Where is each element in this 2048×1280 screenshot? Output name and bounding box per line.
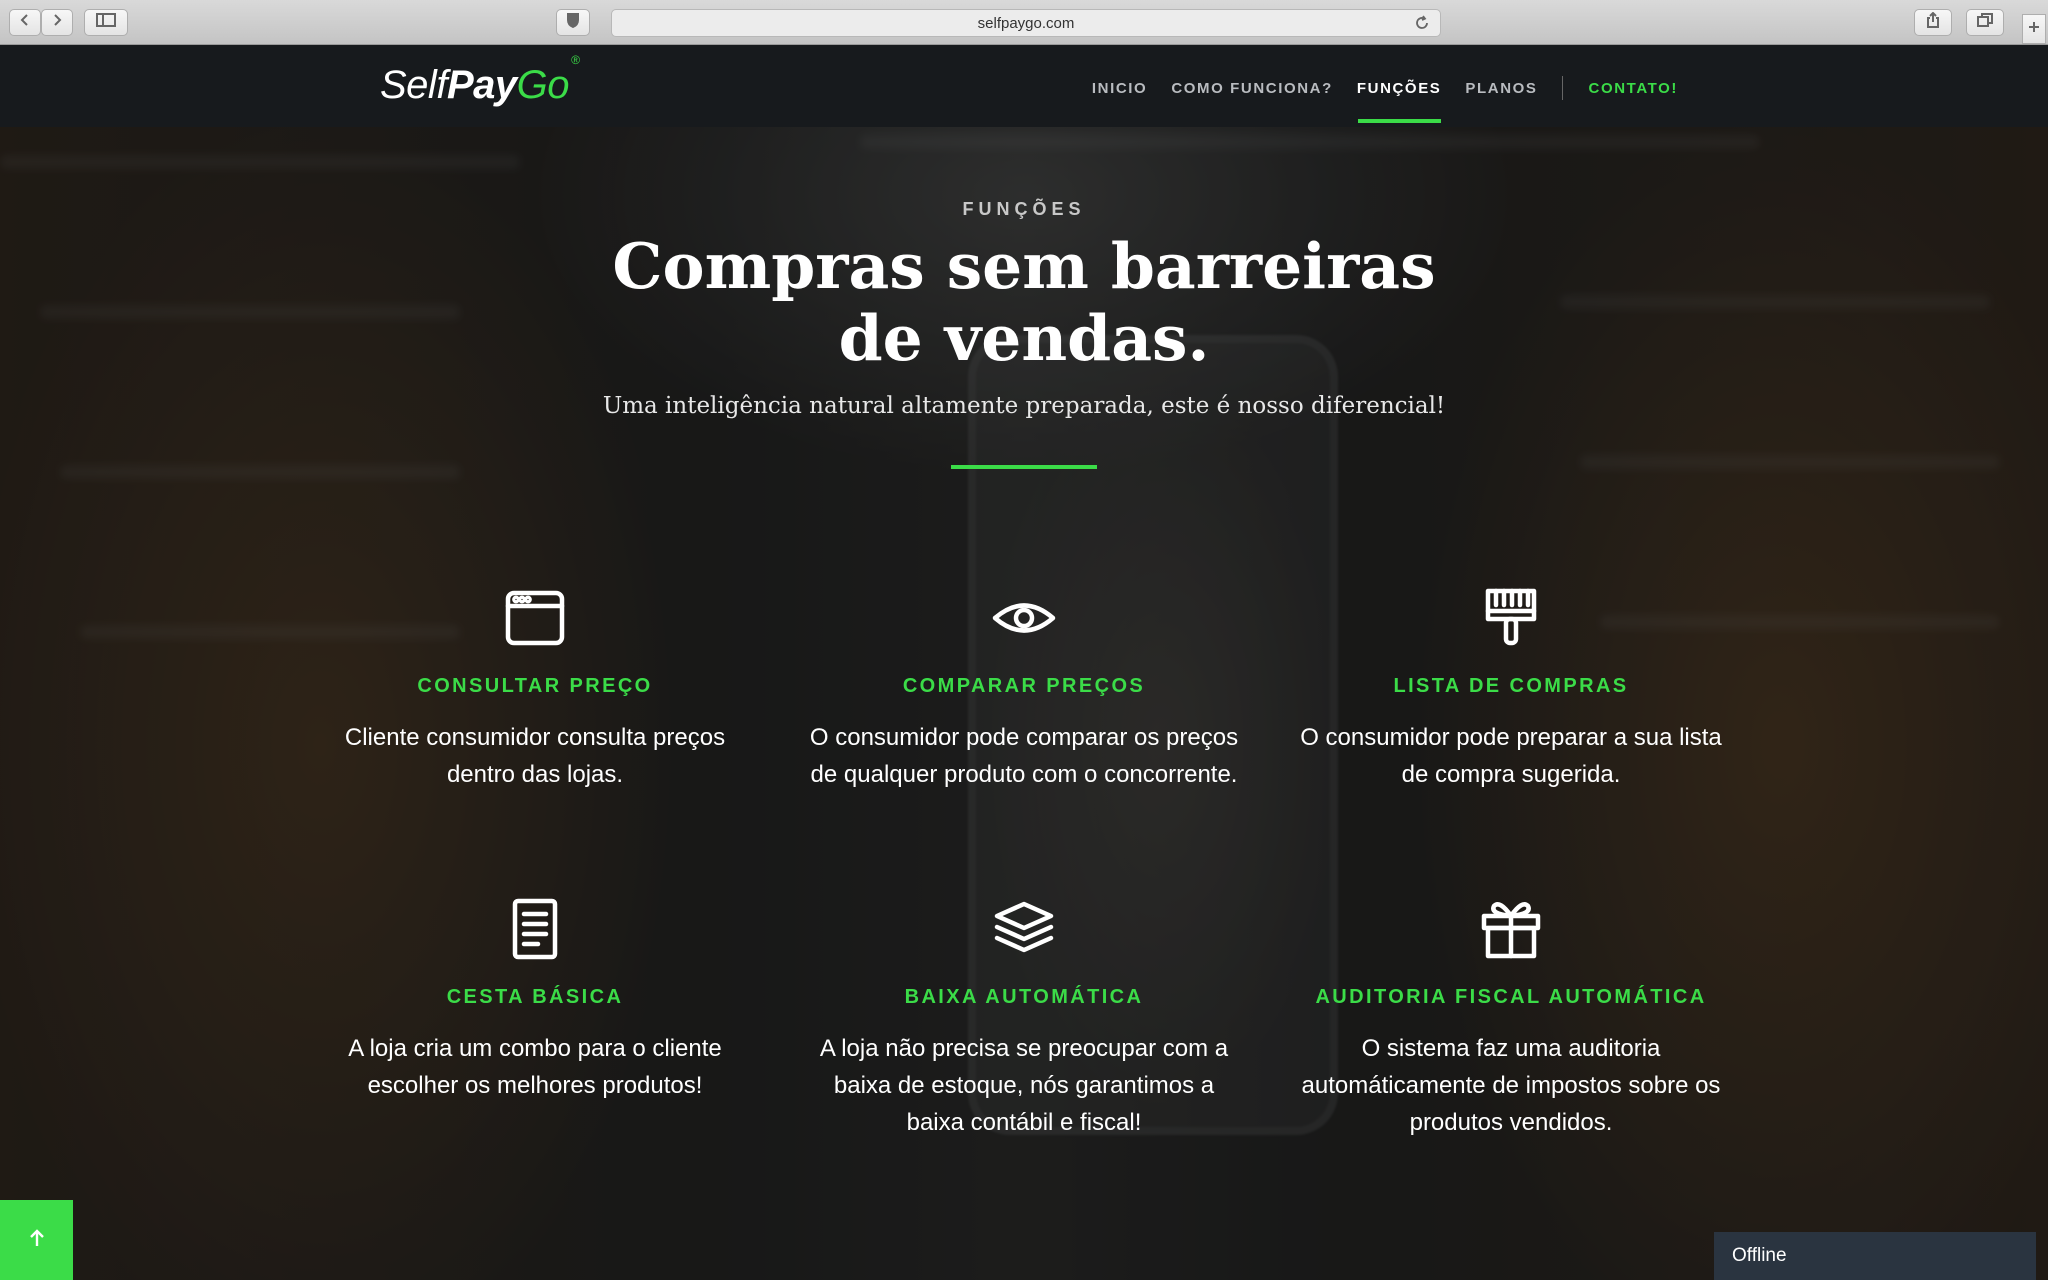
share-icon: [1926, 11, 1940, 33]
website: SelfPayGo® INICIO COMO FUNCIONA? FUNÇÕES…: [0, 45, 2048, 1280]
scroll-to-top-button[interactable]: [0, 1200, 73, 1280]
share-button[interactable]: [1914, 9, 1952, 36]
back-icon: [19, 13, 31, 32]
section-headline: Compras sem barreiras de vendas.: [612, 229, 1436, 375]
nav-link-como-funciona[interactable]: COMO FUNCIONA?: [1171, 80, 1333, 97]
selfpaygo-logo[interactable]: SelfPayGo®: [380, 53, 580, 108]
gift-icon: [1478, 896, 1544, 962]
feature-description: A loja cria um combo para o cliente esco…: [348, 1035, 722, 1099]
feature-title: CONSULTAR PREÇO: [417, 675, 653, 697]
forward-icon: [51, 13, 63, 32]
feature-description: O consumidor pode comparar os preços de …: [809, 724, 1239, 788]
feature-description: A loja não precisa se preocupar com a ba…: [819, 1035, 1229, 1136]
forward-button[interactable]: [41, 9, 73, 36]
feature-cesta-basica: CESTA BÁSICA A loja cria um combo para o…: [320, 896, 750, 1104]
site-navbar: SelfPayGo® INICIO COMO FUNCIONA? FUNÇÕES…: [0, 45, 2048, 127]
feature-comparar-precos: COMPARAR PREÇOS O consumidor pode compar…: [809, 585, 1239, 793]
back-button[interactable]: [9, 9, 41, 36]
chat-status-label: Offline: [1732, 1245, 1787, 1266]
browser-window-icon: [502, 585, 568, 651]
feature-description: O consumidor pode preparar a sua lista d…: [1300, 724, 1722, 788]
layers-icon: [991, 896, 1057, 962]
arrow-up-icon: [28, 1228, 46, 1253]
eye-icon: [991, 585, 1057, 651]
feature-title: AUDITORIA FISCAL AUTOMÁTICA: [1315, 986, 1707, 1008]
nav-link-planos[interactable]: PLANOS: [1465, 80, 1537, 97]
document-icon: [502, 896, 568, 962]
nav-link-funcoes[interactable]: FUNÇÕES: [1357, 80, 1442, 123]
nav-link-contato[interactable]: CONTATO!: [1589, 80, 1678, 97]
feature-title: CESTA BÁSICA: [446, 986, 624, 1008]
tabs-button[interactable]: [1966, 9, 2004, 36]
new-tab-button[interactable]: [2022, 14, 2046, 44]
shield-icon: [566, 12, 580, 33]
accent-divider: [951, 465, 1097, 469]
feature-description: O sistema faz uma auditoria automáticame…: [1301, 1035, 1721, 1136]
feature-title: BAIXA AUTOMÁTICA: [904, 986, 1144, 1008]
feature-title: LISTA DE COMPRAS: [1393, 675, 1629, 697]
tabs-icon: [1977, 13, 1993, 32]
feature-description: Cliente consumidor consulta preços dentr…: [344, 724, 726, 788]
feature-baixa-automatica: BAIXA AUTOMÁTICA A loja não precisa se p…: [809, 896, 1239, 1141]
address-bar[interactable]: selfpaygo.com: [611, 9, 1441, 37]
section-eyebrow: FUNÇÕES: [962, 199, 1086, 219]
feature-lista-de-compras: LISTA DE COMPRAS O consumidor pode prepa…: [1296, 585, 1726, 793]
sidebar-button[interactable]: [84, 9, 128, 36]
url-text: selfpaygo.com: [977, 14, 1075, 32]
nav-divider: [1561, 76, 1563, 100]
main-nav: INICIO COMO FUNCIONA? FUNÇÕES PLANOS CON…: [1068, 76, 1678, 123]
feature-title: COMPARAR PREÇOS: [902, 675, 1146, 697]
section-subtitle: Uma inteligência natural altamente prepa…: [602, 393, 1446, 419]
nav-link-inicio[interactable]: INICIO: [1092, 80, 1147, 97]
sidebar-icon: [96, 13, 116, 32]
chat-widget-offline[interactable]: Offline: [1714, 1232, 2036, 1280]
reload-icon[interactable]: [1414, 15, 1430, 35]
feature-auditoria-fiscal: AUDITORIA FISCAL AUTOMÁTICA O sistema fa…: [1296, 896, 1726, 1141]
feature-consultar-preco: CONSULTAR PREÇO Cliente consumidor consu…: [320, 585, 750, 793]
privacy-button[interactable]: [556, 9, 590, 36]
paint-brush-icon: [1478, 585, 1544, 651]
browser-toolbar: selfpaygo.com: [0, 0, 2048, 45]
new-tab-icon: [2028, 20, 2040, 38]
